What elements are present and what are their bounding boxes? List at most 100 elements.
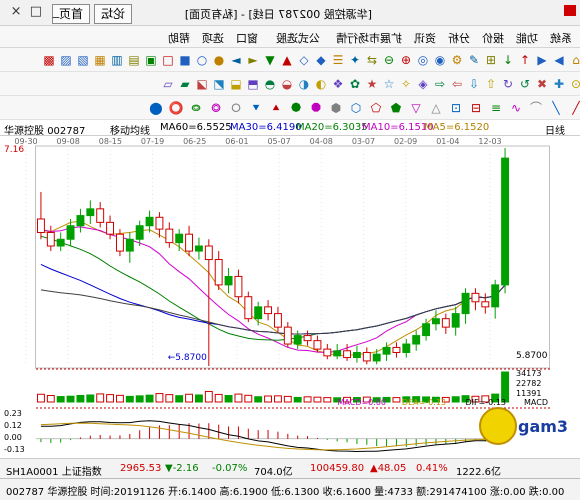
toolbar-tool-icon[interactable]: ↓ xyxy=(500,52,516,68)
menu-help[interactable]: 帮助 xyxy=(168,30,190,46)
menu-function[interactable]: 功能 xyxy=(516,30,538,46)
maximize-icon[interactable]: □ xyxy=(26,3,46,21)
toolbar-tool-icon[interactable]: ▩ xyxy=(41,52,57,68)
candle-body[interactable] xyxy=(135,225,144,240)
toolbar-tool-icon[interactable]: ✎ xyxy=(466,52,482,68)
toolbar-tool-icon[interactable]: ✿ xyxy=(347,76,363,92)
toolbar-tool-icon[interactable]: ● xyxy=(211,52,227,68)
toolbar-tool-icon[interactable]: ▽ xyxy=(408,100,424,116)
candle-body[interactable] xyxy=(471,292,480,303)
toolbar-tool-icon[interactable]: ⯃ xyxy=(308,100,324,116)
toolbar-tool-icon[interactable]: ↺ xyxy=(517,76,533,92)
toolbar-tool-icon[interactable]: ≡ xyxy=(488,100,504,116)
toolbar-tool-icon[interactable]: ▱ xyxy=(160,76,176,92)
toolbar-tool-icon[interactable]: ✚ xyxy=(551,76,567,92)
toolbar-tool-icon[interactable]: ⬟ xyxy=(388,100,404,116)
menu-window[interactable]: 窗口 xyxy=(236,30,258,46)
candle-body[interactable] xyxy=(234,275,243,298)
toolbar-tool-icon[interactable]: ✧ xyxy=(398,76,414,92)
candle-body[interactable] xyxy=(264,306,273,315)
toolbar-tool-icon[interactable]: ▣ xyxy=(143,52,159,68)
toolbar-tool-icon[interactable]: ⬤ xyxy=(148,100,164,116)
toolbar-tool-icon[interactable]: ▼ xyxy=(262,52,278,68)
candle-body[interactable] xyxy=(96,208,105,223)
toolbar-tool-icon[interactable]: ❖ xyxy=(330,76,346,92)
candle-body[interactable] xyxy=(106,221,115,235)
toolbar-tool-icon[interactable]: ▶ xyxy=(534,52,550,68)
menu-quote[interactable]: 报价 xyxy=(482,30,504,46)
toolbar-tool-icon[interactable]: ✖ xyxy=(534,76,550,92)
sh-index-name[interactable]: SH1A0001 上证指数 xyxy=(6,463,102,478)
candle-body[interactable] xyxy=(214,259,223,286)
toolbar-tool-icon[interactable]: ◑ xyxy=(296,76,312,92)
candle-body[interactable] xyxy=(273,313,282,328)
candle-body[interactable] xyxy=(125,238,134,252)
candle-body[interactable] xyxy=(461,292,470,315)
candle-body[interactable] xyxy=(303,335,312,342)
toolbar-tool-icon[interactable]: ⯆ xyxy=(248,100,264,116)
candle-body[interactable] xyxy=(293,335,302,345)
toolbar-tool-icon[interactable]: ╱ xyxy=(568,100,580,116)
toolbar-tool-icon[interactable]: ⯅ xyxy=(268,100,284,116)
candle-body[interactable] xyxy=(185,233,194,252)
toolbar-tool-icon[interactable]: ○ xyxy=(194,52,210,68)
toolbar-tool-icon[interactable]: ◇ xyxy=(296,52,312,68)
toolbar-tool-icon[interactable]: ⌒ xyxy=(528,100,544,116)
toolbar-tool-icon[interactable]: △ xyxy=(428,100,444,116)
toolbar-tool-icon[interactable]: ⭕ xyxy=(168,100,184,116)
candle-body[interactable] xyxy=(224,275,233,286)
candle-body[interactable] xyxy=(323,348,332,357)
menu-options[interactable]: 选项 xyxy=(202,30,224,46)
minimize-icon[interactable]: _ xyxy=(46,3,66,21)
toolbar-tool-icon[interactable]: ☰ xyxy=(330,52,346,68)
toolbar-tool-icon[interactable]: ⚙ xyxy=(449,52,465,68)
toolbar-tool-icon[interactable]: ▨ xyxy=(58,52,74,68)
toolbar-tool-icon[interactable]: ⇩ xyxy=(466,76,482,92)
toolbar-tool-icon[interactable]: ☆ xyxy=(381,76,397,92)
toolbar-tool-icon[interactable]: ▥ xyxy=(109,52,125,68)
toolbar-tool-icon[interactable]: ⊕ xyxy=(398,52,414,68)
toolbar-tool-icon[interactable]: ◎ xyxy=(415,52,431,68)
toolbar-tool-icon[interactable]: ⬠ xyxy=(368,100,384,116)
toolbar-tool-icon[interactable]: ◄ xyxy=(228,52,244,68)
toolbar-tool-icon[interactable]: ╲ xyxy=(548,100,564,116)
toolbar-tool-icon[interactable]: ▤ xyxy=(126,52,142,68)
candle-body[interactable] xyxy=(343,350,352,359)
candle-body[interactable] xyxy=(313,340,322,350)
candle-body[interactable] xyxy=(441,318,450,328)
toolbar-tool-icon[interactable]: ◉ xyxy=(432,52,448,68)
toolbar-tool-icon[interactable]: ⊖ xyxy=(381,52,397,68)
toolbar-tool-icon[interactable]: ⊙ xyxy=(568,76,580,92)
candle-body[interactable] xyxy=(254,306,263,320)
toolbar-tool-icon[interactable]: ↑ xyxy=(517,52,533,68)
toolbar-tool-icon[interactable]: ◆ xyxy=(313,52,329,68)
candle-body[interactable] xyxy=(501,157,510,286)
toolbar-tool-icon[interactable]: ⯄ xyxy=(288,100,304,116)
candle-body[interactable] xyxy=(194,245,203,252)
candle-body[interactable] xyxy=(481,301,490,308)
candle-body[interactable] xyxy=(372,353,381,362)
toolbar-tool-icon[interactable]: ▲ xyxy=(279,52,295,68)
candle-body[interactable] xyxy=(175,233,184,244)
candle-body[interactable] xyxy=(431,318,440,325)
candle-body[interactable] xyxy=(36,218,45,233)
toolbar-tool-icon[interactable]: ⬢ xyxy=(328,100,344,116)
menu-formula[interactable]: 公式选股 xyxy=(276,30,320,46)
toolbar-tool-icon[interactable]: ⊞ xyxy=(483,52,499,68)
toolbar-tool-icon[interactable]: ⇆ xyxy=(364,52,380,68)
candle-body[interactable] xyxy=(362,351,371,362)
candle-body[interactable] xyxy=(352,351,361,359)
candle-body[interactable] xyxy=(86,208,95,217)
close-icon[interactable]: × xyxy=(6,3,26,21)
toolbar-tool-icon[interactable]: □ xyxy=(160,52,176,68)
candle-body[interactable] xyxy=(155,216,164,230)
menu-analysis[interactable]: 分析 xyxy=(448,30,470,46)
toolbar-tool-icon[interactable]: ▰ xyxy=(177,76,193,92)
candle-body[interactable] xyxy=(283,326,292,345)
candle-body[interactable] xyxy=(382,346,391,355)
toolbar-tool-icon[interactable]: ⇦ xyxy=(449,76,465,92)
menu-system[interactable]: 系统 xyxy=(550,30,572,46)
toolbar-tool-icon[interactable]: ◈ xyxy=(415,76,431,92)
toolbar-tool-icon[interactable]: ⬡ xyxy=(348,100,364,116)
toolbar-tool-icon[interactable]: ▦ xyxy=(92,52,108,68)
